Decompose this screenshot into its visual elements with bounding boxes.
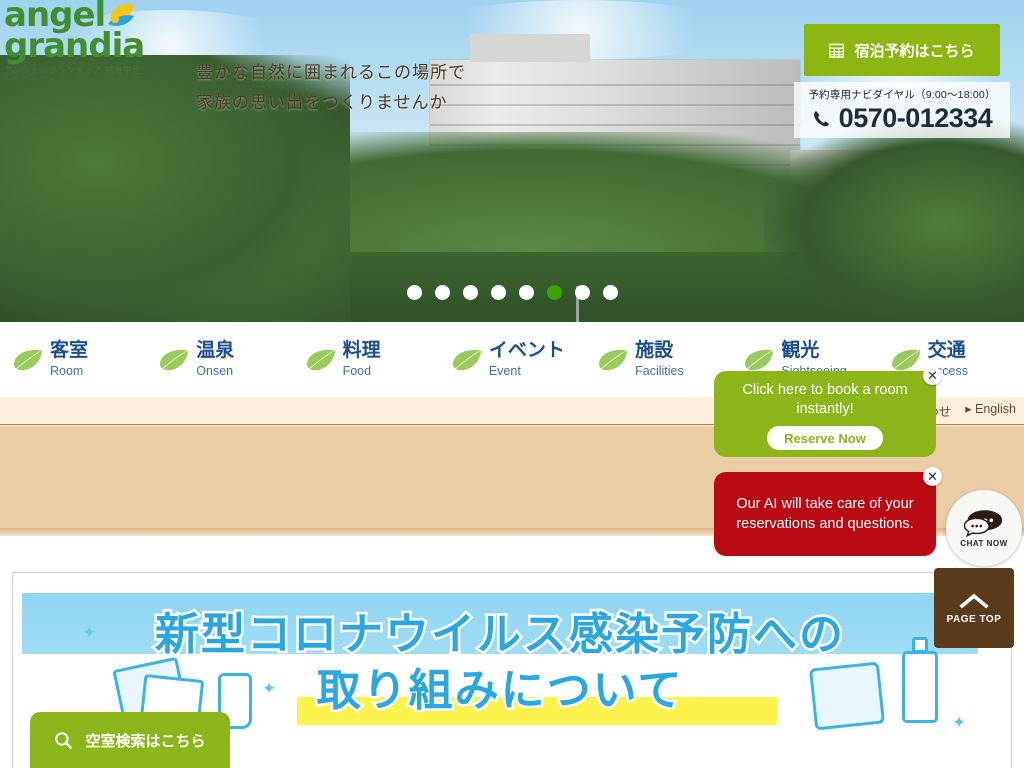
carousel-dot-8[interactable] — [602, 285, 618, 300]
nav-label-en: Room — [50, 363, 84, 378]
nav-label-en: Onsen — [196, 363, 234, 378]
utility-link-english[interactable]: ▸ English — [965, 401, 1016, 420]
nav-item-event[interactable]: イベント Event — [439, 322, 585, 397]
building-top — [470, 34, 590, 62]
logo-line2: grandia — [4, 26, 145, 67]
reservation-phone-number: 0570-012334 — [838, 103, 993, 133]
banner-title-line1: 新型コロナウイルス感染予防への — [153, 607, 846, 663]
nav-label-en: Event — [488, 363, 521, 378]
reservation-phone-label: 予約専用ナビダイヤル（9:00〜18:00） — [808, 89, 996, 101]
reservation-phone-number-row[interactable]: 0570-012334 — [802, 103, 1002, 134]
nav-label-ja: 料理 — [342, 339, 381, 361]
logo-leaf-icon — [108, 3, 134, 26]
nav-label-ja: 温泉 — [196, 339, 235, 361]
nav-label-ja: 施設 — [635, 339, 674, 361]
promo-popup-red[interactable]: Our AI will take care of your reservatio… — [714, 467, 942, 556]
nav-item-room[interactable]: 客室 Room — [0, 322, 146, 397]
leaf-icon — [745, 349, 774, 370]
promo-popup-green-text: Click here to book a room instantly! — [742, 382, 908, 417]
hero-copy-line2: 家族の思い出をつくりませんか — [196, 93, 448, 113]
nav-label-ja: 交通 — [927, 339, 966, 361]
nav-item-onsen[interactable]: 温泉 Onsen — [146, 322, 292, 397]
carousel-dot-5[interactable] — [518, 285, 534, 300]
carousel-dot-3[interactable] — [462, 285, 478, 300]
carousel-dot-6[interactable] — [546, 285, 562, 300]
chat-bubbles-icon — [964, 509, 1003, 537]
site-logo[interactable]: angel grandia アンジェルグランディア 越後中里 — [4, 0, 154, 75]
nav-label-ja: 観光 — [781, 339, 820, 361]
hero-copy: 豊かな自然に囲まれるこの場所で 家族の思い出をつくりませんか — [196, 58, 466, 118]
logo-subtitle: アンジェルグランディア 越後中里 — [4, 65, 142, 75]
leaf-icon — [160, 349, 189, 370]
promo-popup-green[interactable]: Click here to book a room instantly! Res… — [714, 366, 942, 457]
nav-label-en: Facilities — [635, 363, 684, 378]
carousel-dot-2[interactable] — [434, 285, 450, 300]
leaf-icon — [306, 349, 335, 370]
hero-copy-line1: 豊かな自然に囲まれるこの場所で — [196, 63, 466, 83]
calendar-icon — [829, 43, 845, 58]
carousel-dot-4[interactable] — [490, 285, 506, 300]
nav-item-food[interactable]: 料理 Food — [293, 322, 439, 397]
chat-now-label: CHAT NOW — [960, 538, 1008, 548]
close-icon[interactable]: ✕ — [923, 366, 942, 385]
page-root: 豊かな自然に囲まれるこの場所で 家族の思い出をつくりませんか angel gra… — [0, 0, 1024, 768]
leaf-icon — [599, 349, 628, 370]
leaf-icon — [891, 349, 920, 370]
close-icon[interactable]: ✕ — [923, 467, 942, 486]
book-stay-label: 宿泊予約はこちら — [854, 42, 975, 60]
book-stay-button[interactable]: 宿泊予約はこちら — [804, 24, 1000, 76]
promo-popup-red-text: Our AI will take care of your reservatio… — [736, 496, 914, 532]
phone-icon — [813, 110, 829, 126]
hero-carousel[interactable]: 豊かな自然に囲まれるこの場所で 家族の思い出をつくりませんか angel gra… — [0, 0, 1024, 322]
nav-label-ja: 客室 — [50, 339, 89, 361]
carousel-dot-7[interactable] — [574, 285, 590, 300]
banner-title-line2: 取り組みについて — [314, 663, 684, 719]
carousel-dots[interactable] — [0, 285, 1024, 300]
page-top-button[interactable]: PAGE TOP — [934, 568, 1014, 648]
carousel-dot-1[interactable] — [406, 285, 422, 300]
leaf-icon — [14, 349, 43, 370]
banner-title: 新型コロナウイルス感染予防への 取り組みについて — [22, 607, 978, 719]
vacancy-search-float-button[interactable]: 空室検索はこちら — [30, 712, 230, 768]
reserve-now-button[interactable]: Reserve Now — [767, 426, 883, 450]
page-top-label: PAGE TOP — [946, 613, 1002, 625]
vacancy-search-float-label: 空室検索はこちら — [85, 732, 206, 750]
chevron-up-icon — [959, 593, 989, 609]
nav-label-en: Food — [342, 363, 372, 378]
reservation-phone-box: 予約専用ナビダイヤル（9:00〜18:00） 0570-012334 — [794, 82, 1010, 138]
chat-now-widget[interactable]: CHAT NOW — [946, 490, 1022, 566]
magnifier-icon — [55, 731, 73, 749]
nav-label-ja: イベント — [488, 339, 565, 361]
nav-item-facilities[interactable]: 施設 Facilities — [585, 322, 731, 397]
leaf-icon — [452, 349, 482, 370]
